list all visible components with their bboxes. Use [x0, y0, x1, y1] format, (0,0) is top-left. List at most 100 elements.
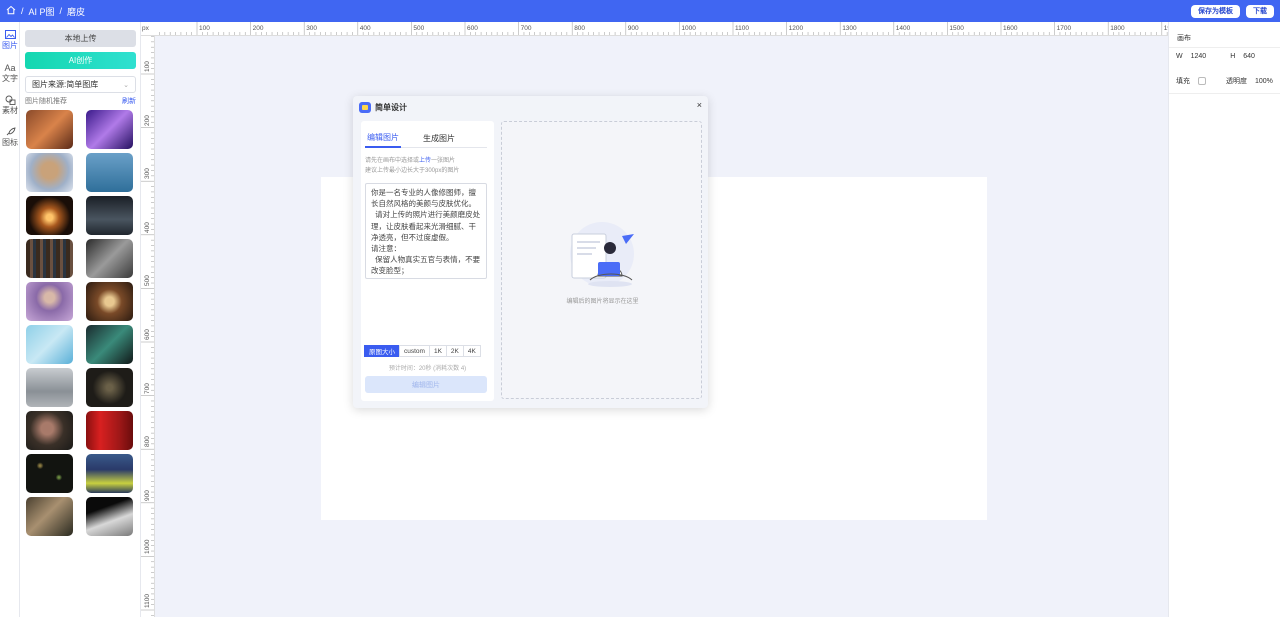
width-label: W: [1176, 53, 1183, 60]
opacity-label: 透明度: [1226, 78, 1247, 85]
thumbnail[interactable]: [86, 282, 133, 321]
size-option-1k[interactable]: 1K: [428, 345, 447, 357]
ruler-label: 1500: [949, 25, 964, 32]
ruler-label: 700: [520, 25, 532, 32]
fill-label: 填充: [1176, 78, 1190, 85]
home-icon[interactable]: [6, 5, 16, 17]
rail-item-image[interactable]: 图片: [0, 29, 20, 51]
ruler-label: 1800: [1110, 25, 1125, 32]
thumbnail[interactable]: [86, 325, 133, 364]
breadcrumb-ai-p[interactable]: AI P图: [29, 5, 55, 18]
fill-checkbox[interactable]: [1198, 77, 1206, 85]
thumbnail[interactable]: [26, 196, 73, 235]
thumbnail[interactable]: [86, 110, 133, 149]
rail-item-icon[interactable]: 图标: [0, 126, 20, 148]
opacity-input[interactable]: 100%: [1255, 78, 1273, 85]
width-input[interactable]: 1240: [1191, 53, 1207, 60]
rail-item-text[interactable]: Aa 文字: [0, 62, 20, 84]
ruler-label: 1600: [1003, 25, 1018, 32]
output-size-selector: 原图大小 custom 1K 2K 4K: [364, 345, 481, 357]
thumbnail[interactable]: [26, 153, 73, 192]
download-button[interactable]: 下载: [1246, 4, 1274, 18]
breadcrumb: / AI P图 / 磨皮: [6, 5, 85, 18]
simple-design-dialog: 简单设计 × 编辑图片 生成图片 请先在画布中选择或上传一张图片 建议上传最小边…: [353, 96, 708, 408]
edit-image-button[interactable]: 编辑图片: [365, 376, 487, 393]
size-row: W 1240 H 640: [1176, 53, 1255, 60]
thumbnail[interactable]: [26, 325, 73, 364]
ruler-label: 100: [144, 61, 151, 72]
size-option-4k[interactable]: 4K: [462, 345, 481, 357]
local-upload-button[interactable]: 本地上传: [25, 30, 136, 47]
divider: [1169, 93, 1280, 94]
upload-link[interactable]: 上传: [419, 158, 431, 164]
thumbnail[interactable]: [26, 454, 73, 493]
thumbnail[interactable]: [26, 411, 73, 450]
ai-create-button[interactable]: AI创作: [25, 52, 136, 69]
size-option-custom[interactable]: custom: [399, 345, 430, 357]
close-icon[interactable]: ×: [697, 100, 702, 110]
refresh-link[interactable]: 刷新: [122, 96, 136, 106]
image-icon: [4, 29, 16, 40]
save-template-button[interactable]: 保存为模板: [1191, 4, 1240, 18]
thumbnail[interactable]: [26, 110, 73, 149]
ruler-horizontal: px 100 200 300 400 500 600 700 800 900 1000 1100 12…: [141, 22, 1168, 36]
canvas-section-title: 画布: [1177, 35, 1191, 42]
thumbnail[interactable]: [86, 497, 133, 536]
thumbnail[interactable]: [86, 239, 133, 278]
ruler-label: 1400: [895, 25, 911, 32]
thumbnail-grid: [26, 110, 134, 536]
mode-tabs: 编辑图片 生成图片: [365, 129, 487, 148]
thumbnail[interactable]: [26, 239, 73, 278]
hint-text: 一张图片: [431, 158, 456, 164]
chevron-down-icon: ⌄: [123, 81, 129, 89]
ruler-label: 1200: [788, 25, 804, 32]
thumbnail[interactable]: [26, 282, 73, 321]
image-panel: 本地上传 AI创作 图片来源:简单图库 ⌄ 图片随机推荐 刷新: [20, 22, 141, 617]
estimate-text: 预计时间：20秒 (消耗次数 4): [388, 366, 467, 372]
properties-panel: 画布 W 1240 H 640 填充 透明度 100%: [1168, 22, 1280, 617]
image-source-select[interactable]: 图片来源:简单图库 ⌄: [25, 76, 136, 93]
size-option-2k[interactable]: 2K: [445, 345, 464, 357]
tab-generate-image[interactable]: 生成图片: [421, 129, 457, 148]
ruler-label: 900: [144, 489, 151, 501]
thumbnail[interactable]: [86, 368, 133, 407]
ruler-label: 300: [144, 168, 151, 180]
result-preview: 编辑后的图片将显示在这里: [501, 121, 702, 399]
breadcrumb-separator: /: [59, 6, 63, 16]
ruler-label: 200: [252, 25, 264, 32]
rail-label: 图片: [2, 41, 18, 50]
hint-text: 建议上传最小边长大于300px的图片: [365, 168, 460, 174]
rocket-icon: [4, 126, 16, 137]
prompt-textarea[interactable]: 你是一名专业的人像修图师，擅长自然风格的美颜与皮肤优化。 请对上传的照片进行美颜…: [365, 183, 487, 279]
thumbnail[interactable]: [26, 368, 73, 407]
ruler-label: 800: [574, 25, 586, 32]
height-input[interactable]: 640: [1243, 53, 1255, 60]
ruler-label: 700: [144, 382, 151, 394]
rail-label: 素材: [2, 106, 18, 115]
tab-edit-image[interactable]: 编辑图片: [365, 129, 401, 148]
rail-item-material[interactable]: 素材: [0, 94, 20, 116]
ruler-label: 200: [144, 114, 151, 126]
thumbnail[interactable]: [86, 153, 133, 192]
ruler-label: 1300: [842, 25, 857, 32]
size-option-original[interactable]: 原图大小: [364, 345, 400, 357]
thumbnail[interactable]: [86, 196, 133, 235]
ruler-label: 500: [144, 275, 151, 287]
top-bar: / AI P图 / 磨皮 保存为模板 下载: [0, 0, 1280, 22]
ruler-label: 1100: [735, 25, 749, 32]
rail-label: 文字: [2, 74, 18, 83]
image-source-value: 图片来源:简单图库: [32, 80, 99, 89]
ruler-label: 300: [306, 25, 318, 32]
fill-row: 填充 透明度 100%: [1176, 76, 1273, 86]
thumbnail[interactable]: [86, 454, 133, 493]
height-label: H: [1230, 53, 1236, 60]
ruler-label: 500: [413, 25, 425, 32]
ruler-label: 400: [359, 25, 371, 32]
breadcrumb-separator: /: [21, 6, 24, 16]
edit-form: 编辑图片 生成图片 请先在画布中选择或上传一张图片 建议上传最小边长大于300p…: [361, 121, 494, 401]
thumbnail[interactable]: [26, 497, 73, 536]
ruler-label: 600: [467, 25, 478, 32]
ruler-label: 800: [144, 436, 151, 448]
ruler-label: 1000: [144, 539, 151, 555]
thumbnail[interactable]: [86, 411, 133, 450]
